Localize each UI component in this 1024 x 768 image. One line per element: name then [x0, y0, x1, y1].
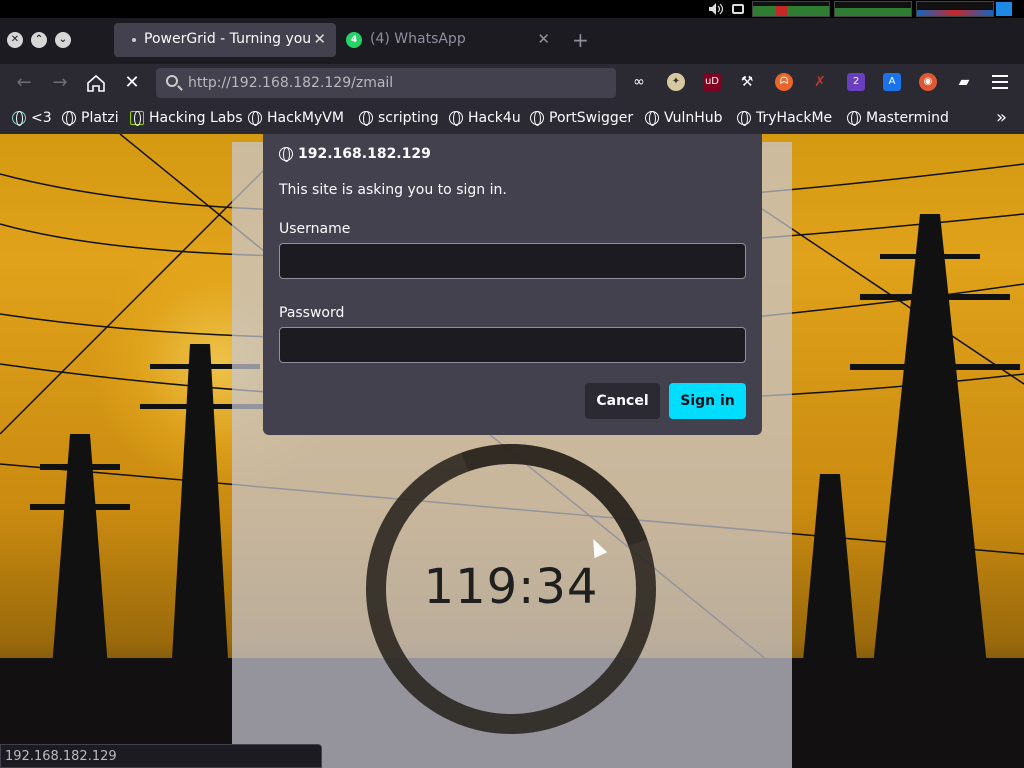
- hat-icon[interactable]: ▰: [955, 73, 973, 91]
- duckduckgo-icon[interactable]: ◉: [919, 73, 937, 91]
- hamburger-menu-icon[interactable]: [992, 75, 1008, 89]
- globe-icon: [359, 111, 373, 126]
- bookmark-label: Hack4u: [468, 110, 521, 126]
- tab-bar: ✕ ⌃ ⌄ PowerGrid - Turning your ✕ 4 (4) W…: [0, 18, 1024, 64]
- globe-icon: [449, 111, 463, 126]
- url-text[interactable]: http://192.168.182.129/zmail: [188, 75, 393, 91]
- bookmark-item[interactable]: Mastermind: [847, 109, 949, 127]
- tab-whatsapp[interactable]: 4 (4) WhatsApp ✕: [340, 23, 560, 57]
- shield-badge-icon[interactable]: 2: [847, 73, 865, 91]
- cancel-button[interactable]: Cancel: [585, 383, 660, 419]
- bookmark-item[interactable]: scripting: [359, 109, 439, 127]
- volume-icon[interactable]: [708, 2, 724, 16]
- maximize-window-icon[interactable]: ⌃: [31, 32, 47, 48]
- bookmark-item[interactable]: VulnHub: [645, 109, 723, 127]
- password-label: Password: [279, 305, 345, 321]
- navigation-bar: ← → ✕ http://192.168.182.129/zmail ∞ ✦ u…: [0, 64, 1024, 102]
- bookmarks-bar: <3 Platzi Hacking Labs HackMyVM scriptin…: [0, 102, 1024, 134]
- dialog-host: 192.168.182.129: [298, 146, 431, 162]
- tray-icon[interactable]: [996, 2, 1012, 16]
- minimize-window-icon[interactable]: ⌄: [55, 32, 71, 48]
- network-graph: [916, 1, 994, 17]
- globe-icon: [62, 111, 76, 126]
- compass-icon[interactable]: ✦: [667, 73, 685, 91]
- forward-arrow-icon[interactable]: →: [49, 72, 71, 94]
- cpu-graph: [752, 1, 830, 17]
- ublock-icon[interactable]: uD: [703, 73, 721, 91]
- bookmark-label: HackMyVM: [267, 110, 344, 126]
- openai-icon: [12, 111, 26, 126]
- status-url: 192.168.182.129: [5, 749, 117, 764]
- close-tab-icon[interactable]: ✕: [313, 30, 326, 48]
- bookmark-label: PortSwigger: [549, 110, 634, 126]
- bookmark-item[interactable]: HackMyVM: [248, 109, 344, 127]
- fox-icon[interactable]: ᗣ: [775, 73, 793, 91]
- username-field[interactable]: [279, 243, 746, 279]
- bookmark-label: VulnHub: [664, 110, 723, 126]
- new-tab-icon[interactable]: +: [572, 28, 589, 52]
- stop-loading-icon[interactable]: ✕: [121, 72, 143, 94]
- username-label: Username: [279, 221, 351, 237]
- password-field[interactable]: [279, 327, 746, 363]
- close-tab-icon[interactable]: ✕: [537, 30, 550, 48]
- dialog-header: 192.168.182.129: [279, 146, 431, 162]
- bookmark-label: Platzi: [81, 110, 119, 126]
- window-icon[interactable]: [732, 4, 744, 14]
- globe-icon: [279, 147, 293, 162]
- bookmark-label: <3: [31, 110, 52, 126]
- tab-title: (4) WhatsApp: [370, 31, 466, 47]
- close-window-icon[interactable]: ✕: [7, 32, 23, 48]
- translate-icon[interactable]: A: [883, 73, 901, 91]
- system-top-bar: [0, 0, 1024, 18]
- dialog-message: This site is asking you to sign in.: [279, 182, 507, 198]
- globe-icon: [737, 111, 751, 126]
- bookmark-label: TryHackMe: [756, 110, 833, 126]
- address-bar[interactable]: http://192.168.182.129/zmail: [156, 68, 616, 98]
- bookmark-label: Mastermind: [866, 110, 949, 126]
- status-bar: 192.168.182.129: [0, 744, 322, 768]
- extension-badge: 2: [852, 76, 860, 87]
- globe-icon: [248, 111, 262, 126]
- bookmark-item[interactable]: TryHackMe: [737, 109, 832, 127]
- tab-title: PowerGrid - Turning your: [144, 31, 310, 47]
- bookmark-item[interactable]: Hack4u: [449, 109, 521, 127]
- tab-powergrid[interactable]: PowerGrid - Turning your ✕: [114, 23, 336, 57]
- sign-in-dialog: 192.168.182.129 This site is asking you …: [263, 134, 762, 435]
- back-arrow-icon[interactable]: ←: [13, 72, 35, 94]
- bookmark-label: Hacking Labs: [149, 110, 243, 126]
- bookmark-item[interactable]: Hacking Labs: [130, 109, 243, 127]
- mask-icon[interactable]: ∞: [630, 73, 648, 91]
- whatsapp-icon: 4: [346, 32, 362, 48]
- sign-in-button[interactable]: Sign in: [669, 383, 746, 419]
- loading-dot-icon: [132, 38, 136, 42]
- cube-icon: [130, 111, 144, 126]
- search-icon: [166, 75, 178, 87]
- countdown-timer: 119:34: [423, 559, 599, 615]
- bookmark-item[interactable]: PortSwigger: [530, 109, 633, 127]
- bookmark-item[interactable]: Platzi: [62, 109, 119, 127]
- globe-icon: [645, 111, 659, 126]
- home-icon[interactable]: [85, 72, 107, 94]
- pen-off-icon[interactable]: ✗: [811, 73, 829, 91]
- bookmark-item[interactable]: <3: [12, 109, 52, 127]
- wrench-icon[interactable]: ⚒: [738, 73, 756, 91]
- memory-graph: [834, 1, 912, 17]
- globe-icon: [530, 111, 544, 126]
- globe-icon: [847, 111, 861, 126]
- bookmarks-overflow-icon[interactable]: »: [996, 107, 1007, 128]
- bookmark-label: scripting: [378, 110, 439, 126]
